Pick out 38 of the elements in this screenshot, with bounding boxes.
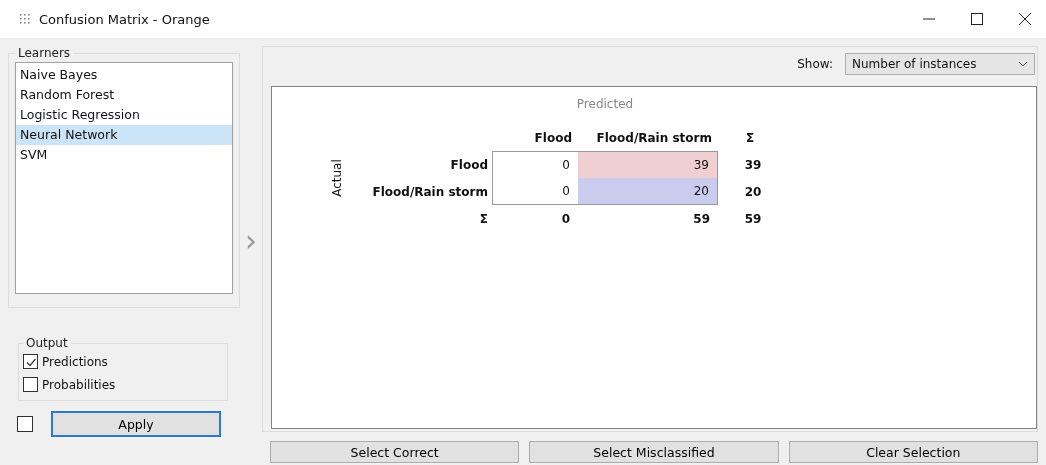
predicted-label: Predicted bbox=[575, 96, 635, 113]
sum-label: Σ bbox=[478, 211, 489, 226]
checkbox-label: Predictions bbox=[42, 354, 108, 369]
window-title: Confusion Matrix - Orange bbox=[39, 11, 210, 27]
row-header: Flood/Rain storm bbox=[371, 184, 489, 199]
group-title: Learners bbox=[17, 46, 72, 60]
column-header: Flood bbox=[533, 130, 573, 145]
show-dropdown[interactable]: Number of instances bbox=[845, 53, 1035, 75]
chevron-down-icon bbox=[1018, 61, 1028, 67]
column-total: 59 bbox=[692, 211, 711, 226]
learner-item[interactable]: Neural Network bbox=[16, 125, 232, 145]
column-header: Σ bbox=[744, 130, 756, 145]
actual-label: Actual bbox=[330, 159, 344, 197]
maximize-icon[interactable] bbox=[970, 12, 984, 26]
row-header: Flood bbox=[449, 157, 489, 172]
learner-item[interactable]: Logistic Regression bbox=[16, 105, 232, 125]
checkbox[interactable] bbox=[23, 377, 38, 392]
learner-item[interactable]: Random Forest bbox=[16, 85, 232, 105]
matrix-cell[interactable]: 20 bbox=[578, 178, 718, 205]
column-header: Flood/Rain storm bbox=[595, 130, 713, 145]
row-total: 39 bbox=[743, 157, 763, 172]
matrix-cell[interactable]: 39 bbox=[578, 151, 718, 178]
action-button[interactable]: Select Misclassified bbox=[529, 441, 779, 463]
checkbox[interactable] bbox=[23, 354, 38, 369]
learner-item[interactable]: Naive Bayes bbox=[16, 65, 232, 85]
action-button[interactable]: Select Correct bbox=[270, 441, 520, 463]
learner-item[interactable]: SVM bbox=[16, 145, 232, 165]
column-total: 0 bbox=[560, 211, 571, 226]
apply-button[interactable]: Apply bbox=[51, 411, 221, 437]
column-total: 59 bbox=[743, 211, 763, 226]
checkbox-label: Probabilities bbox=[42, 377, 116, 392]
close-icon[interactable] bbox=[1018, 12, 1032, 26]
app-icon bbox=[19, 13, 31, 25]
action-button[interactable]: Clear Selection bbox=[788, 441, 1038, 463]
group-title: Output bbox=[25, 336, 69, 350]
show-label: Show: bbox=[797, 57, 833, 71]
auto-apply-checkbox[interactable] bbox=[17, 416, 33, 432]
row-total: 20 bbox=[743, 184, 763, 199]
